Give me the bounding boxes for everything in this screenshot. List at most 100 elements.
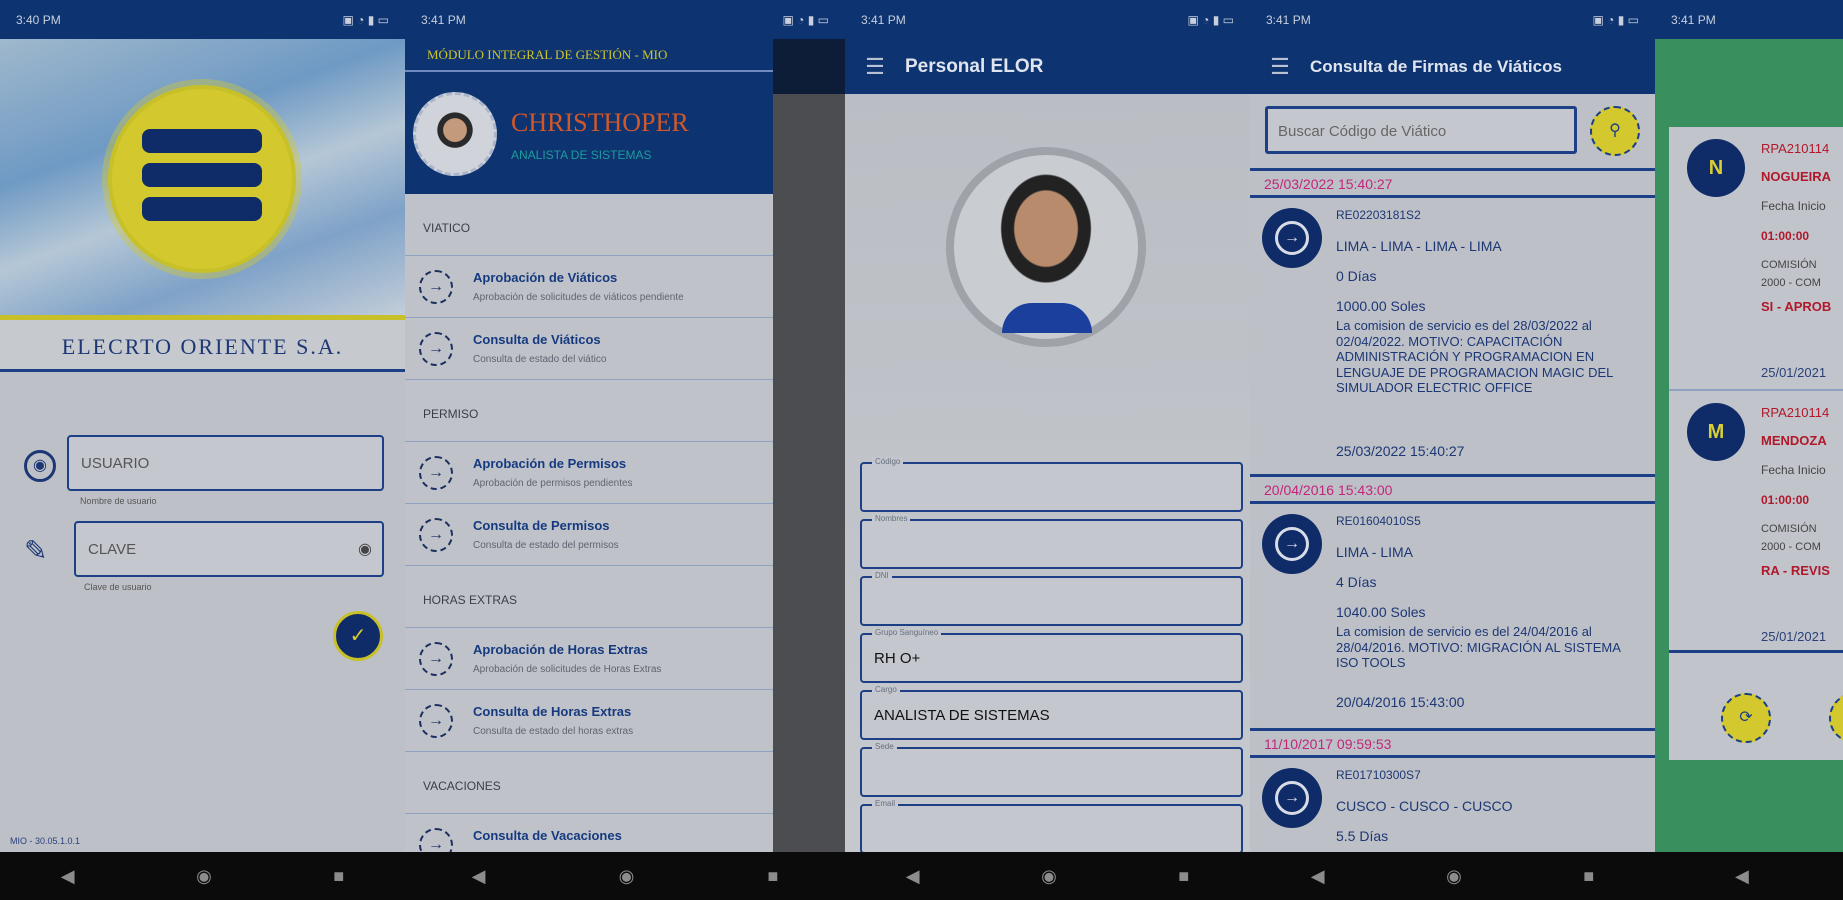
- arrow-right-icon[interactable]: →: [1262, 514, 1322, 574]
- user-name: CHRISTHOPER: [511, 108, 689, 137]
- menu-item-consulta-vacaciones[interactable]: → Consulta de Vacaciones: [405, 814, 773, 852]
- nombres-field[interactable]: Nombres: [860, 514, 1243, 569]
- scrim[interactable]: [773, 39, 845, 852]
- system-nav: ◀ ◉ ■: [405, 852, 845, 900]
- version-label: MIO - 30.05.1.0.1: [10, 836, 81, 846]
- home-button[interactable]: ◉: [619, 866, 635, 887]
- back-button[interactable]: ◀: [1311, 866, 1325, 887]
- group-date: 20/04/2016 15:43:00: [1250, 474, 1655, 504]
- navigation-drawer: MÓDULO INTEGRAL DE GESTIÓN - MIO CHRISTH…: [405, 39, 773, 852]
- system-nav: ◀ ◉ ■: [845, 852, 1250, 900]
- home-button[interactable]: ◉: [1041, 866, 1057, 887]
- viatico-route: LIMA - LIMA - LIMA - LIMA: [1336, 238, 1502, 254]
- recents-button[interactable]: ■: [1178, 866, 1189, 887]
- username-placeholder: USUARIO: [81, 455, 150, 472]
- menu-item-aprobacion-horas[interactable]: → Aprobación de Horas Extras Aprobación de…: [405, 628, 773, 690]
- viatico-amount: 1040.00 Soles: [1336, 604, 1426, 620]
- login-submit-button[interactable]: ✓: [333, 611, 383, 661]
- system-nav: ◀ ◉ ■: [0, 852, 405, 900]
- back-button[interactable]: ◀: [61, 866, 75, 887]
- company-name: ELECRTO ORIENTE S.A.: [0, 320, 405, 372]
- password-hint: Clave de usuario: [84, 582, 152, 592]
- menu-item-aprobacion-permisos[interactable]: → Aprobación de Permisos Aprobación de per…: [405, 442, 773, 504]
- drawer-profile: CHRISTHOPER ANALISTA DE SISTEMAS: [405, 72, 773, 194]
- back-button[interactable]: ◀: [1735, 866, 1749, 887]
- field-label: Nombres: [872, 514, 911, 523]
- recents-button[interactable]: ■: [333, 866, 344, 887]
- menu-item-consulta-viaticos[interactable]: → Consulta de Viáticos Consulta de estado …: [405, 318, 773, 380]
- menu-item-consulta-permisos[interactable]: → Consulta de Permisos Consulta de estado …: [405, 504, 773, 566]
- arrow-right-icon: →: [419, 828, 453, 852]
- viatico-days: 5.5 Días: [1336, 828, 1389, 844]
- viaticos-screen: 3:41 PM ▣ ◔ ▮ ▭ ☰ Consulta de Firmas de Vi…: [1250, 0, 1655, 900]
- viatico-amount: 1000.00 Soles: [1336, 298, 1426, 314]
- codigo-field[interactable]: Código: [860, 457, 1243, 512]
- status-bar: 3:41 PM: [1655, 0, 1843, 39]
- arrow-right-icon: →: [419, 456, 453, 490]
- menu-item-consulta-horas[interactable]: → Consulta de Horas Extras Consulta de est…: [405, 690, 773, 752]
- sede-field[interactable]: Sede: [860, 742, 1243, 797]
- arrow-right-icon: →: [419, 518, 453, 552]
- viatico-card[interactable]: → RE01604010S5 LIMA - LIMA 4 Días 1040.0…: [1250, 504, 1655, 728]
- arrow-right-icon[interactable]: →: [1262, 208, 1322, 268]
- menu-item-title: Aprobación de Horas Extras: [473, 642, 648, 657]
- firma-desc: 2000 - COM: [1761, 277, 1821, 289]
- search-button[interactable]: ⚲: [1590, 106, 1640, 156]
- viatico-card[interactable]: → RE01710300S7 CUSCO - CUSCO - CUSCO 5.5…: [1250, 758, 1655, 852]
- status-time: 3:41 PM: [421, 12, 466, 27]
- menu-item-title: Consulta de Horas Extras: [473, 704, 632, 719]
- username-input[interactable]: USUARIO: [67, 435, 384, 491]
- recents-button[interactable]: ■: [768, 866, 779, 887]
- status-bar: 3:41 PM ▣ ◔ ▮ ▭: [845, 0, 1250, 39]
- viaticos-list[interactable]: 25/03/2022 15:40:27 → RE02203181S2 LIMA …: [1250, 168, 1655, 852]
- personal-screen: 3:41 PM ▣ ◔ ▮ ▭ ☰ Personal ELOR Código Nom…: [845, 0, 1250, 900]
- menu-item-subtitle: Aprobación de solicitudes de Horas Extra…: [473, 664, 662, 675]
- password-input[interactable]: CLAVE ◉: [74, 521, 384, 577]
- cargo-field[interactable]: Cargo ANALISTA DE SISTEMAS: [860, 685, 1243, 740]
- menu-item-title: Aprobación de Permisos: [473, 456, 627, 471]
- eye-icon[interactable]: ◉: [358, 539, 372, 559]
- field-label: Grupo Sanguíneo: [872, 628, 942, 637]
- arrow-right-icon: →: [419, 270, 453, 304]
- back-button[interactable]: ◀: [906, 866, 920, 887]
- firma-status: SI - APROB: [1761, 299, 1832, 314]
- firmas-list[interactable]: N RPA210114 NOGUEIRA Fecha Inicio 01:00:…: [1669, 127, 1843, 760]
- back-button[interactable]: ◀: [472, 866, 486, 887]
- section-horas-extras: HORAS EXTRAS: [405, 566, 773, 628]
- viatico-code: RE01604010S5: [1336, 514, 1421, 528]
- field-label: Cargo: [872, 685, 900, 694]
- firma-code: RPA210114: [1761, 405, 1830, 420]
- recents-button[interactable]: ■: [1583, 866, 1594, 887]
- menu-item-title: Consulta de Vacaciones: [473, 828, 622, 843]
- email-field[interactable]: Email: [860, 799, 1243, 854]
- firma-card[interactable]: N RPA210114 NOGUEIRA Fecha Inicio 01:00:…: [1669, 127, 1843, 391]
- arrow-right-icon[interactable]: →: [1262, 768, 1322, 828]
- edit-icon: ✎: [24, 535, 48, 566]
- action-button[interactable]: [1829, 693, 1843, 743]
- firma-desc: 2000 - COM: [1761, 541, 1821, 553]
- menu-item-aprobacion-viaticos[interactable]: → Aprobación de Viáticos Aprobación de sol…: [405, 256, 773, 318]
- menu-icon[interactable]: ☰: [845, 54, 905, 80]
- firma-card[interactable]: M RPA210114 MENDOZA Fecha Inicio 01:00:0…: [1669, 391, 1843, 653]
- status-icons: ▣ ◔ ▮ ▭: [1592, 12, 1639, 27]
- firma-name: NOGUEIRA: [1761, 169, 1832, 184]
- hero-banner: [0, 39, 405, 315]
- viatico-card[interactable]: → RE02203181S2 LIMA - LIMA - LIMA - LIMA…: [1250, 198, 1655, 474]
- password-placeholder: CLAVE: [88, 541, 137, 558]
- viatico-days: 0 Días: [1336, 268, 1377, 284]
- status-time: 3:41 PM: [861, 12, 906, 27]
- arrow-right-icon: →: [419, 332, 453, 366]
- refresh-button[interactable]: ⟳: [1721, 693, 1771, 743]
- arrow-right-icon: →: [419, 704, 453, 738]
- user-icon: ◉: [24, 450, 56, 482]
- search-input[interactable]: Buscar Código de Viático: [1265, 106, 1577, 154]
- firma-label: Fecha Inicio: [1761, 463, 1826, 477]
- dni-field[interactable]: DNI: [860, 571, 1243, 626]
- menu-item-subtitle: Consulta de estado del permisos: [473, 540, 619, 551]
- home-button[interactable]: ◉: [1446, 866, 1462, 887]
- home-button[interactable]: ◉: [196, 866, 212, 887]
- status-time: 3:41 PM: [1671, 12, 1716, 27]
- grupo-sanguineo-field[interactable]: Grupo Sanguíneo RH O+: [860, 628, 1243, 683]
- firma-code: RPA210114: [1761, 141, 1830, 156]
- menu-icon[interactable]: ☰: [1250, 54, 1310, 80]
